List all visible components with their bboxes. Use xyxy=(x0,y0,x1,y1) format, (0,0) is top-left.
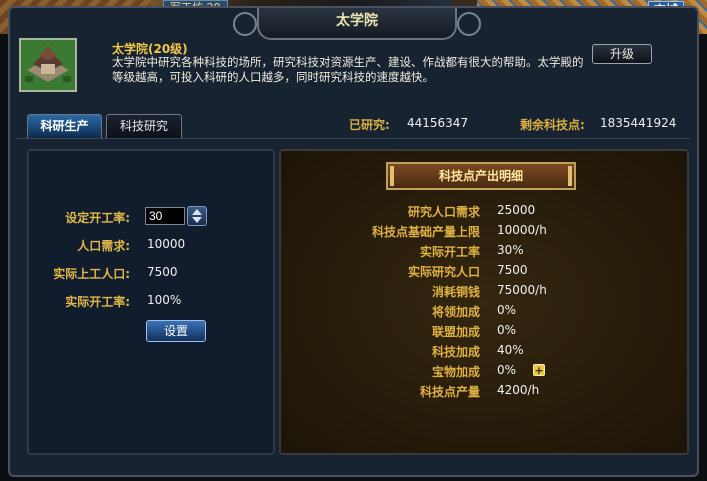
detail-row-value: 30% xyxy=(497,243,524,257)
plus-icon[interactable]: + xyxy=(533,364,545,376)
detail-row-value: 7500 xyxy=(497,263,528,277)
window-title: 太学院 xyxy=(336,13,378,29)
detail-row-value: 10000/h xyxy=(497,223,547,237)
detail-row-label: 消耗铜钱 xyxy=(431,285,480,299)
actual-rate-label: 实际开工率: xyxy=(65,295,130,309)
actual-rate-value: 100% xyxy=(147,293,182,307)
detail-title: 科技点产出明细 xyxy=(386,162,576,190)
remaining-points-label: 剩余科技点: xyxy=(520,118,585,132)
tab-tech-research[interactable]: 科技研究 xyxy=(106,114,182,138)
tech-output-detail-panel xyxy=(279,149,689,455)
detail-row-value: 0% xyxy=(497,323,517,337)
remaining-points-value: 1835441924 xyxy=(600,116,677,130)
detail-row-value: 75000/h xyxy=(497,283,547,297)
work-rate-input[interactable] xyxy=(145,207,185,225)
detail-row-label: 联盟加成 xyxy=(431,325,480,339)
detail-row-value: 0% xyxy=(497,363,517,377)
detail-row-value: 0% xyxy=(497,303,517,317)
detail-row-label: 将领加成 xyxy=(431,305,480,319)
population-demand-label: 人口需求: xyxy=(77,239,130,253)
detail-row-value: 4200/h xyxy=(497,383,540,397)
researched-value: 44156347 xyxy=(407,116,469,130)
researched-label: 已研究: xyxy=(349,118,390,132)
actual-workers-value: 7500 xyxy=(147,265,178,279)
detail-row-value: 25000 xyxy=(497,203,536,217)
actual-workers-label: 实际上工人口: xyxy=(53,267,130,281)
detail-row-label: 宝物加成 xyxy=(431,365,480,379)
rate-setting-label: 设定开工率: xyxy=(65,211,130,225)
upgrade-button[interactable]: 升级 xyxy=(592,44,652,64)
detail-row-label: 研究人口需求 xyxy=(407,205,480,219)
window-title-bar: 太学院 xyxy=(233,8,481,40)
tab-research-production[interactable]: 科研生产 xyxy=(27,114,102,138)
population-demand-value: 10000 xyxy=(147,237,186,251)
detail-row-label: 科技加成 xyxy=(431,345,480,359)
spinner-up-icon[interactable] xyxy=(192,209,202,215)
academy-building-icon xyxy=(19,38,77,92)
detail-row-value: 40% xyxy=(497,343,524,357)
detail-row-label: 实际研究人口 xyxy=(407,265,480,279)
spinner-arrows-icon[interactable] xyxy=(187,206,207,226)
detail-row-label: 科技点基础产量上限 xyxy=(371,225,480,239)
building-description: 太学院中研究各种科技的场所，研究科技对资源生产、建设、作战都有很大的帮助。太学殿… xyxy=(112,55,584,84)
tab-divider xyxy=(17,138,690,139)
detail-row-label: 科技点产量 xyxy=(419,385,480,399)
set-button[interactable]: 设置 xyxy=(146,320,206,342)
detail-row-label: 实际开工率 xyxy=(419,245,480,259)
spinner-down-icon[interactable] xyxy=(192,217,202,223)
